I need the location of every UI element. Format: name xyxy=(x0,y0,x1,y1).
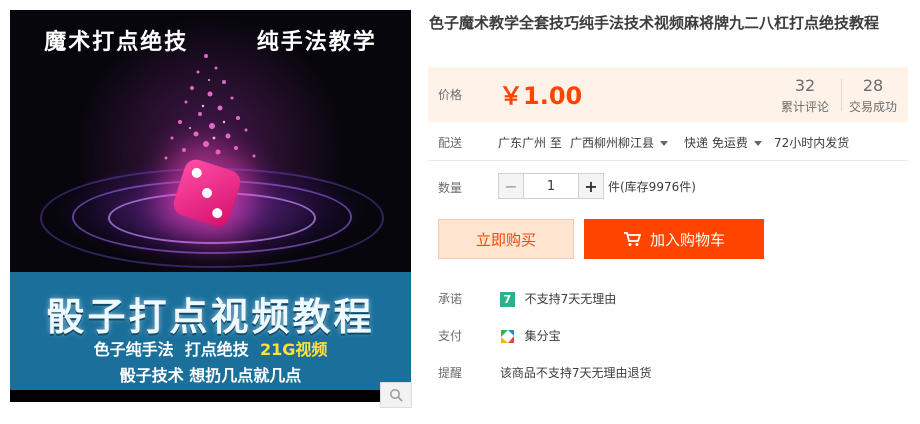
image-top-left-text: 魔术打点绝技 xyxy=(44,30,189,55)
image-bottom-strip xyxy=(10,390,411,402)
price-value: ￥1.00 xyxy=(499,82,583,110)
sales-stat: 28 交易成功 xyxy=(849,76,897,115)
payment-label: 支付 xyxy=(438,329,463,343)
delivery-destination: 广西柳州柳江县 xyxy=(570,136,655,150)
shipping-method: 快递 免运费 xyxy=(684,136,748,150)
delivery-from: 广东广州 至 xyxy=(498,136,562,150)
reviews-label: 累计评论 xyxy=(781,100,830,114)
image-background: 魔术打点绝技 纯手法教学 xyxy=(10,10,411,280)
price-panel: 价格 ￥1.00 32 累计评论 28 交易成功 xyxy=(428,67,908,122)
payment-row: 支付 集分宝 xyxy=(438,327,561,344)
cart-icon xyxy=(623,232,641,246)
promise-row: 承诺 7 不支持7天无理由 xyxy=(438,290,616,307)
reminder-row: 提醒 该商品不支持7天无理由退货 xyxy=(438,364,651,381)
stock-text: 件(库存9976件) xyxy=(608,180,696,194)
dispatch-time: 72小时内发货 xyxy=(774,136,850,150)
promise-label: 承诺 xyxy=(438,292,463,306)
zoom-button[interactable] xyxy=(380,382,412,408)
quantity-increase-button[interactable]: + xyxy=(579,174,603,198)
band-text-a: 色子纯手法 xyxy=(93,340,174,359)
delivery-label: 配送 xyxy=(438,136,463,150)
quantity-label: 数量 xyxy=(438,181,463,195)
reviews-count: 32 xyxy=(794,76,816,95)
reviews-stat[interactable]: 32 累计评论 xyxy=(781,76,829,115)
price-label: 价格 xyxy=(438,88,463,102)
image-band-title: 骰子打点视频教程 xyxy=(46,295,375,339)
buy-now-label: 立即购买 xyxy=(475,230,536,249)
quantity-input[interactable] xyxy=(523,174,579,198)
image-top-title: 魔术打点绝技 纯手法教学 xyxy=(10,24,411,56)
shipping-method-select[interactable]: 快递 免运费 xyxy=(684,134,762,151)
product-title: 色子魔术教学全套技巧纯手法技术视频麻将牌九二八杠打点绝技教程 xyxy=(429,14,880,32)
payment-method[interactable]: 集分宝 xyxy=(525,329,561,343)
section-divider xyxy=(428,160,908,161)
add-to-cart-label: 加入购物车 xyxy=(649,230,725,249)
image-top-right-text: 纯手法教学 xyxy=(256,30,377,55)
band-text-c: 21G视频 xyxy=(259,340,328,359)
jifenbao-icon xyxy=(499,329,515,344)
quantity-stepper: − + xyxy=(498,173,604,199)
sales-label: 交易成功 xyxy=(849,100,898,114)
add-to-cart-button[interactable]: 加入购物车 xyxy=(584,219,764,259)
reminder-label: 提醒 xyxy=(438,366,463,380)
image-title-band: 骰子打点视频教程 色子纯手法 打点绝技 21G视频 骰子技术 想扔几点就几点 xyxy=(10,272,411,390)
image-band-subtitle: 色子纯手法 打点绝技 21G视频 xyxy=(10,336,411,360)
seven-day-badge-icon: 7 xyxy=(499,292,515,307)
image-band-line3: 骰子技术 想扔几点就几点 xyxy=(119,366,302,385)
sales-count: 28 xyxy=(862,76,884,95)
quantity-decrease-button[interactable]: − xyxy=(499,174,523,198)
band-text-b: 打点绝技 xyxy=(184,340,249,359)
reminder-text: 该商品不支持7天无理由退货 xyxy=(499,366,652,380)
magnifier-icon xyxy=(390,389,403,402)
delivery-destination-select[interactable]: 广西柳州柳江县 xyxy=(570,134,669,151)
chevron-down-icon xyxy=(753,141,762,146)
chevron-down-icon xyxy=(660,141,669,146)
product-main-image[interactable]: 魔术打点绝技 纯手法教学 骰子打点视频教程 色子纯手法 打点绝技 21G视频 骰… xyxy=(10,10,411,402)
promise-text[interactable]: 不支持7天无理由 xyxy=(525,292,617,306)
buy-now-button[interactable]: 立即购买 xyxy=(438,219,574,259)
stat-divider xyxy=(841,79,842,111)
